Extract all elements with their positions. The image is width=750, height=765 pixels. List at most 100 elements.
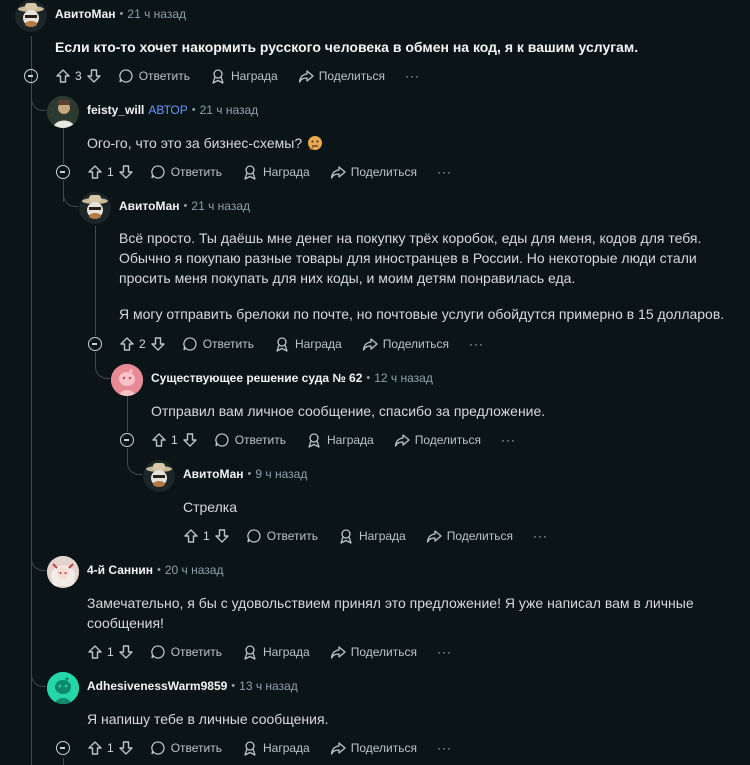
- award-button[interactable]: Награда: [242, 644, 310, 660]
- separator-dot: •: [191, 104, 196, 116]
- comment-time[interactable]: 21 ч назад: [191, 199, 250, 213]
- more-options-button[interactable]: ···: [533, 529, 548, 543]
- award-button[interactable]: Награда: [242, 740, 310, 756]
- thread-line-level3: [127, 396, 128, 432]
- share-button[interactable]: Поделиться: [394, 432, 481, 448]
- avatar[interactable]: [47, 556, 79, 588]
- more-options-button[interactable]: ···: [437, 741, 452, 755]
- reply-button[interactable]: Ответить: [214, 432, 286, 448]
- comment-author[interactable]: АвитоМан: [55, 7, 116, 21]
- share-button[interactable]: Поделиться: [298, 68, 385, 84]
- comment-actions: 3 Ответить Награда Поделиться ···: [55, 65, 420, 87]
- award-button[interactable]: Награда: [274, 336, 342, 352]
- thread-curve-5: [31, 556, 46, 571]
- upvote-icon[interactable]: [183, 528, 199, 544]
- collapse-button[interactable]: [88, 337, 102, 351]
- more-options-button[interactable]: ···: [405, 69, 420, 83]
- separator-dot: •: [119, 8, 124, 20]
- upvote-icon[interactable]: [87, 644, 103, 660]
- upvote-icon[interactable]: [87, 740, 103, 756]
- award-icon: [212, 69, 224, 84]
- comment-body: Я напишу тебе в личные сообщения.: [87, 711, 329, 727]
- thread-curve-3: [95, 364, 110, 379]
- reply-button[interactable]: Ответить: [150, 740, 222, 756]
- downvote-icon[interactable]: [118, 644, 134, 660]
- downvote-icon[interactable]: [86, 68, 102, 84]
- reply-button[interactable]: Ответить: [150, 644, 222, 660]
- award-button[interactable]: Награда: [338, 528, 406, 544]
- share-button[interactable]: Поделиться: [330, 644, 417, 660]
- collapse-button[interactable]: [24, 69, 38, 83]
- share-icon: [330, 742, 346, 755]
- award-icon: [244, 645, 256, 660]
- comment-actions: 2 Ответить Награда Поделиться ···: [119, 333, 484, 355]
- comment-bubble-icon: [118, 69, 133, 83]
- share-icon: [330, 646, 346, 659]
- comment-author[interactable]: Существующее решение суда № 62: [151, 371, 362, 385]
- upvote-icon[interactable]: [119, 336, 135, 352]
- share-icon: [298, 70, 314, 83]
- comment-time[interactable]: 21 ч назад: [127, 7, 186, 21]
- comment-time[interactable]: 9 ч назад: [255, 467, 307, 481]
- comment-time[interactable]: 20 ч назад: [165, 563, 224, 577]
- comment-time[interactable]: 21 ч назад: [200, 103, 259, 117]
- op-badge: АВТОР: [148, 103, 188, 117]
- more-options-button[interactable]: ···: [469, 337, 484, 351]
- more-options-button[interactable]: ···: [437, 645, 452, 659]
- separator-dot: •: [183, 200, 188, 212]
- comment-time[interactable]: 12 ч назад: [374, 371, 433, 385]
- cowboy-avatar-icon: [18, 3, 44, 27]
- avatar[interactable]: [111, 364, 143, 396]
- comment-author[interactable]: 4-й Саннин: [87, 563, 153, 577]
- downvote-icon[interactable]: [118, 740, 134, 756]
- comment-author[interactable]: АвитоМан: [119, 199, 180, 213]
- downvote-icon[interactable]: [182, 432, 198, 448]
- vote-count: 1: [107, 645, 114, 659]
- thread-line-level4: [63, 758, 64, 765]
- more-options-button[interactable]: ···: [437, 165, 452, 179]
- share-button[interactable]: Поделиться: [330, 164, 417, 180]
- upvote-icon[interactable]: [87, 164, 103, 180]
- avatar[interactable]: [15, 0, 47, 32]
- thread-line-level1: [63, 128, 64, 164]
- share-button[interactable]: Поделиться: [362, 336, 449, 352]
- more-options-button[interactable]: ···: [501, 433, 516, 447]
- avatar[interactable]: [79, 192, 111, 224]
- comment-author[interactable]: АвитоМан: [183, 467, 244, 481]
- share-button[interactable]: Поделиться: [426, 528, 513, 544]
- comment-body: Отправил вам личное сообщение, спасибо з…: [151, 403, 546, 419]
- avatar[interactable]: [47, 672, 79, 704]
- downvote-icon[interactable]: [118, 164, 134, 180]
- avatar[interactable]: [47, 96, 79, 128]
- upvote-icon[interactable]: [55, 68, 71, 84]
- vote-count: 1: [107, 165, 114, 179]
- thread-curve-4: [127, 460, 142, 475]
- downvote-icon[interactable]: [150, 336, 166, 352]
- comment-bubble-icon: [150, 645, 165, 659]
- comment-actions: 1 Ответить Награда Поделиться ···: [87, 737, 452, 759]
- award-icon: [244, 741, 256, 756]
- award-button[interactable]: Награда: [306, 432, 374, 448]
- comment-time[interactable]: 13 ч назад: [239, 679, 298, 693]
- collapse-button[interactable]: [120, 433, 134, 447]
- comment-body: Если кто-то хочет накормить русского чел…: [55, 39, 639, 55]
- separator-dot: •: [366, 372, 371, 384]
- comment-author[interactable]: feisty_will: [87, 103, 144, 117]
- avatar[interactable]: [143, 460, 175, 492]
- share-button[interactable]: Поделиться: [330, 740, 417, 756]
- reply-button[interactable]: Ответить: [182, 336, 254, 352]
- upvote-icon[interactable]: [151, 432, 167, 448]
- thread-line-root: [31, 36, 32, 765]
- downvote-icon[interactable]: [214, 528, 230, 544]
- user-photo-avatar-icon: [47, 96, 79, 128]
- thread-line-level2: [95, 226, 96, 336]
- award-icon: [244, 165, 256, 180]
- award-button[interactable]: Награда: [210, 68, 278, 84]
- comment-author[interactable]: AdhesivenessWarm9859: [87, 679, 227, 693]
- award-button[interactable]: Награда: [242, 164, 310, 180]
- reply-button[interactable]: Ответить: [246, 528, 318, 544]
- reply-button[interactable]: Ответить: [150, 164, 222, 180]
- reply-button[interactable]: Ответить: [118, 68, 190, 84]
- collapse-button[interactable]: [56, 741, 70, 755]
- collapse-button[interactable]: [56, 165, 70, 179]
